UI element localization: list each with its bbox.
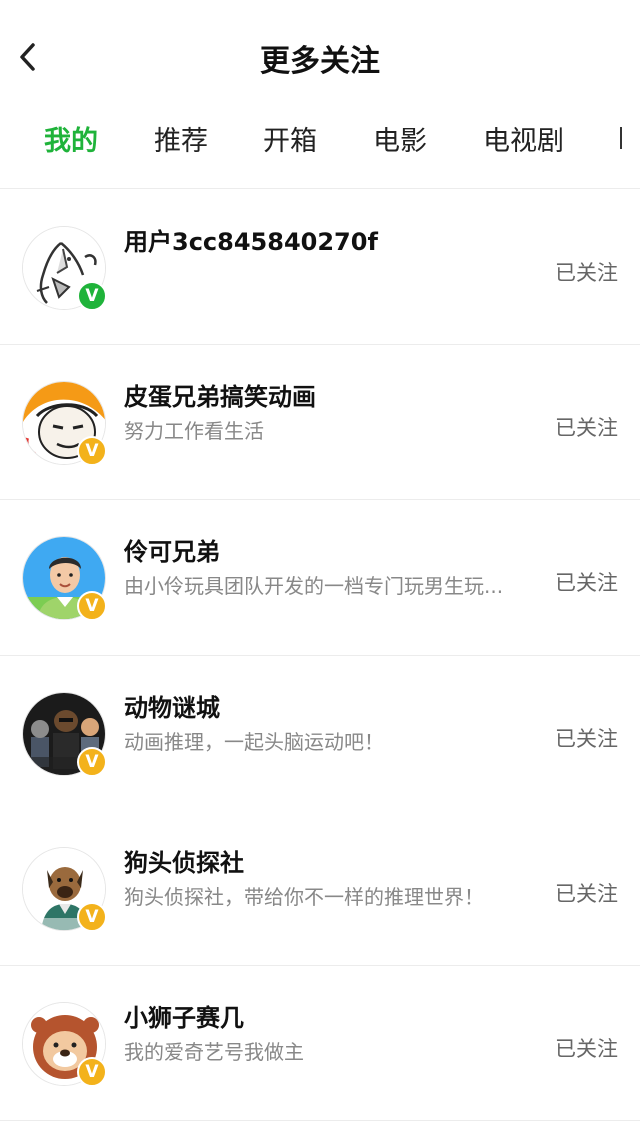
account-name: 用户3cc845840270f	[124, 228, 378, 256]
tab-tv-series[interactable]: 电视剧	[483, 119, 564, 158]
account-name: 伶可兄弟	[124, 538, 220, 566]
following-status-button[interactable]: 已关注	[555, 723, 618, 753]
page-title: 更多关注	[260, 44, 380, 79]
follow-item[interactable]: V 狗头侦探社 狗头侦探社，带给你不一样的推理世界！ 已关注	[0, 811, 640, 966]
verified-badge: V	[77, 436, 107, 466]
verified-badge: V	[77, 591, 107, 621]
follow-item[interactable]: V 伶可兄弟 由小伶玩具团队开发的一档专门玩男生玩... 已关注	[0, 500, 640, 655]
account-name: 动物谜城	[124, 694, 220, 722]
account-description: 狗头侦探社，带给你不一样的推理世界！	[124, 885, 484, 909]
tab-bar: 我的 推荐 开箱 电影 电视剧	[0, 110, 640, 188]
tab-mine[interactable]: 我的	[44, 119, 98, 158]
tab-overflow-divider	[620, 127, 622, 149]
follow-item[interactable]: V 动物谜城 动画推理，一起头脑运动吧！ 已关注	[0, 656, 640, 811]
divider	[0, 1120, 640, 1121]
verified-badge: V	[77, 281, 107, 311]
avatar-container: V	[22, 1002, 108, 1088]
tab-movies[interactable]: 电影	[373, 119, 427, 158]
following-status-button[interactable]: 已关注	[555, 878, 618, 908]
avatar-container: V	[22, 381, 108, 467]
verified-badge: V	[77, 747, 107, 777]
avatar-container: V	[22, 692, 108, 778]
tab-unboxing[interactable]: 开箱	[263, 119, 317, 158]
account-name: 狗头侦探社	[124, 849, 244, 877]
header: 更多关注	[0, 0, 640, 110]
account-description: 动画推理，一起头脑运动吧！	[124, 730, 384, 754]
following-status-button[interactable]: 已关注	[555, 1033, 618, 1063]
account-name: 小狮子赛几	[124, 1004, 244, 1032]
following-status-button[interactable]: 已关注	[555, 257, 618, 287]
following-status-button[interactable]: 已关注	[555, 567, 618, 597]
account-description: 努力工作看生活	[124, 419, 264, 443]
divider	[0, 188, 640, 189]
account-name: 皮蛋兄弟搞笑动画	[124, 383, 316, 411]
follow-item[interactable]: V 用户3cc845840270f 已关注	[0, 190, 640, 345]
follow-item[interactable]: V 皮蛋兄弟搞笑动画 努力工作看生活 已关注	[0, 345, 640, 500]
account-description: 由小伶玩具团队开发的一档专门玩男生玩...	[124, 574, 504, 598]
following-status-button[interactable]: 已关注	[555, 412, 618, 442]
avatar-container: V	[22, 536, 108, 622]
avatar-container: V	[22, 847, 108, 933]
verified-badge: V	[77, 902, 107, 932]
follow-item[interactable]: V 小狮子赛几 我的爱奇艺号我做主 已关注	[0, 966, 640, 1121]
account-description: 我的爱奇艺号我做主	[124, 1040, 304, 1064]
verified-badge: V	[77, 1057, 107, 1087]
tab-recommended[interactable]: 推荐	[154, 119, 208, 158]
avatar-container: V	[22, 226, 108, 312]
